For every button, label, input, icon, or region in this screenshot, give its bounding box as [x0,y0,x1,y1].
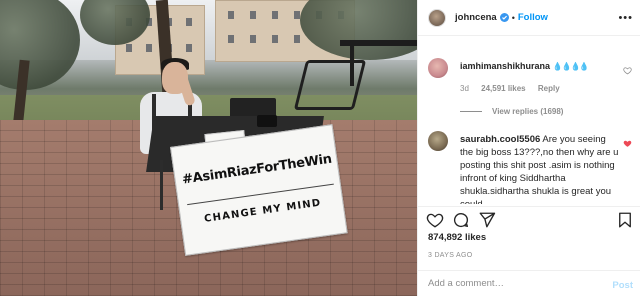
post-date: 3 DAYS AGO [428,252,473,259]
post-actions [418,206,640,230]
comment-likes[interactable]: 24,591 likes [481,84,525,93]
post-header: johncena • Follow ••• [418,0,640,36]
header-separator: • [511,12,515,23]
protest-sign: #AsimRiazForTheWin CHANGE MY MIND [170,124,348,256]
more-icon[interactable]: ••• [618,12,633,24]
commenter-username[interactable]: iamhimanshikhurana [460,61,550,71]
sign-hashtag: #AsimRiazForTheWin [181,151,333,188]
author-username[interactable]: johncena [455,12,497,23]
post-comment-button[interactable]: Post [612,280,633,291]
post-photo[interactable]: #AsimRiazForTheWin CHANGE MY MIND [0,0,417,296]
comment-like-heart-icon[interactable] [623,66,632,75]
comment-age: 3d [460,84,469,93]
comments-list[interactable]: iamhimanshikhurana 💧💧💧💧 3d 24,591 likes … [418,37,640,204]
add-comment-input[interactable] [428,278,598,289]
commenter-username[interactable]: saurabh.cool5506 [460,134,540,145]
comment-icon[interactable] [452,211,470,229]
author-avatar[interactable] [428,8,446,27]
view-replies-button[interactable]: View replies (1698) [460,107,563,116]
add-comment-bar: Post [418,270,640,296]
instagram-post: #AsimRiazForTheWin CHANGE MY MIND johnce… [0,0,640,296]
comment-text: 💧💧💧💧 [552,62,590,71]
post-likes-count[interactable]: 874,892 likes [428,232,486,243]
post-side-panel: johncena • Follow ••• iamhimanshikhurana… [417,0,640,296]
follow-button[interactable]: Follow [518,12,548,23]
replies-dash [460,111,482,112]
commenter-avatar[interactable] [428,131,448,151]
view-replies-label: View replies (1698) [492,107,564,116]
share-icon[interactable] [478,211,496,229]
commenter-avatar[interactable] [428,58,448,78]
comment-liked-heart-icon[interactable] [623,139,632,148]
bookmark-icon[interactable] [616,211,634,229]
photo-chair [293,60,367,110]
heart-icon[interactable] [426,211,444,229]
verified-badge-icon [499,13,509,22]
photo-tree-left [0,0,80,90]
reply-button[interactable]: Reply [538,84,560,93]
